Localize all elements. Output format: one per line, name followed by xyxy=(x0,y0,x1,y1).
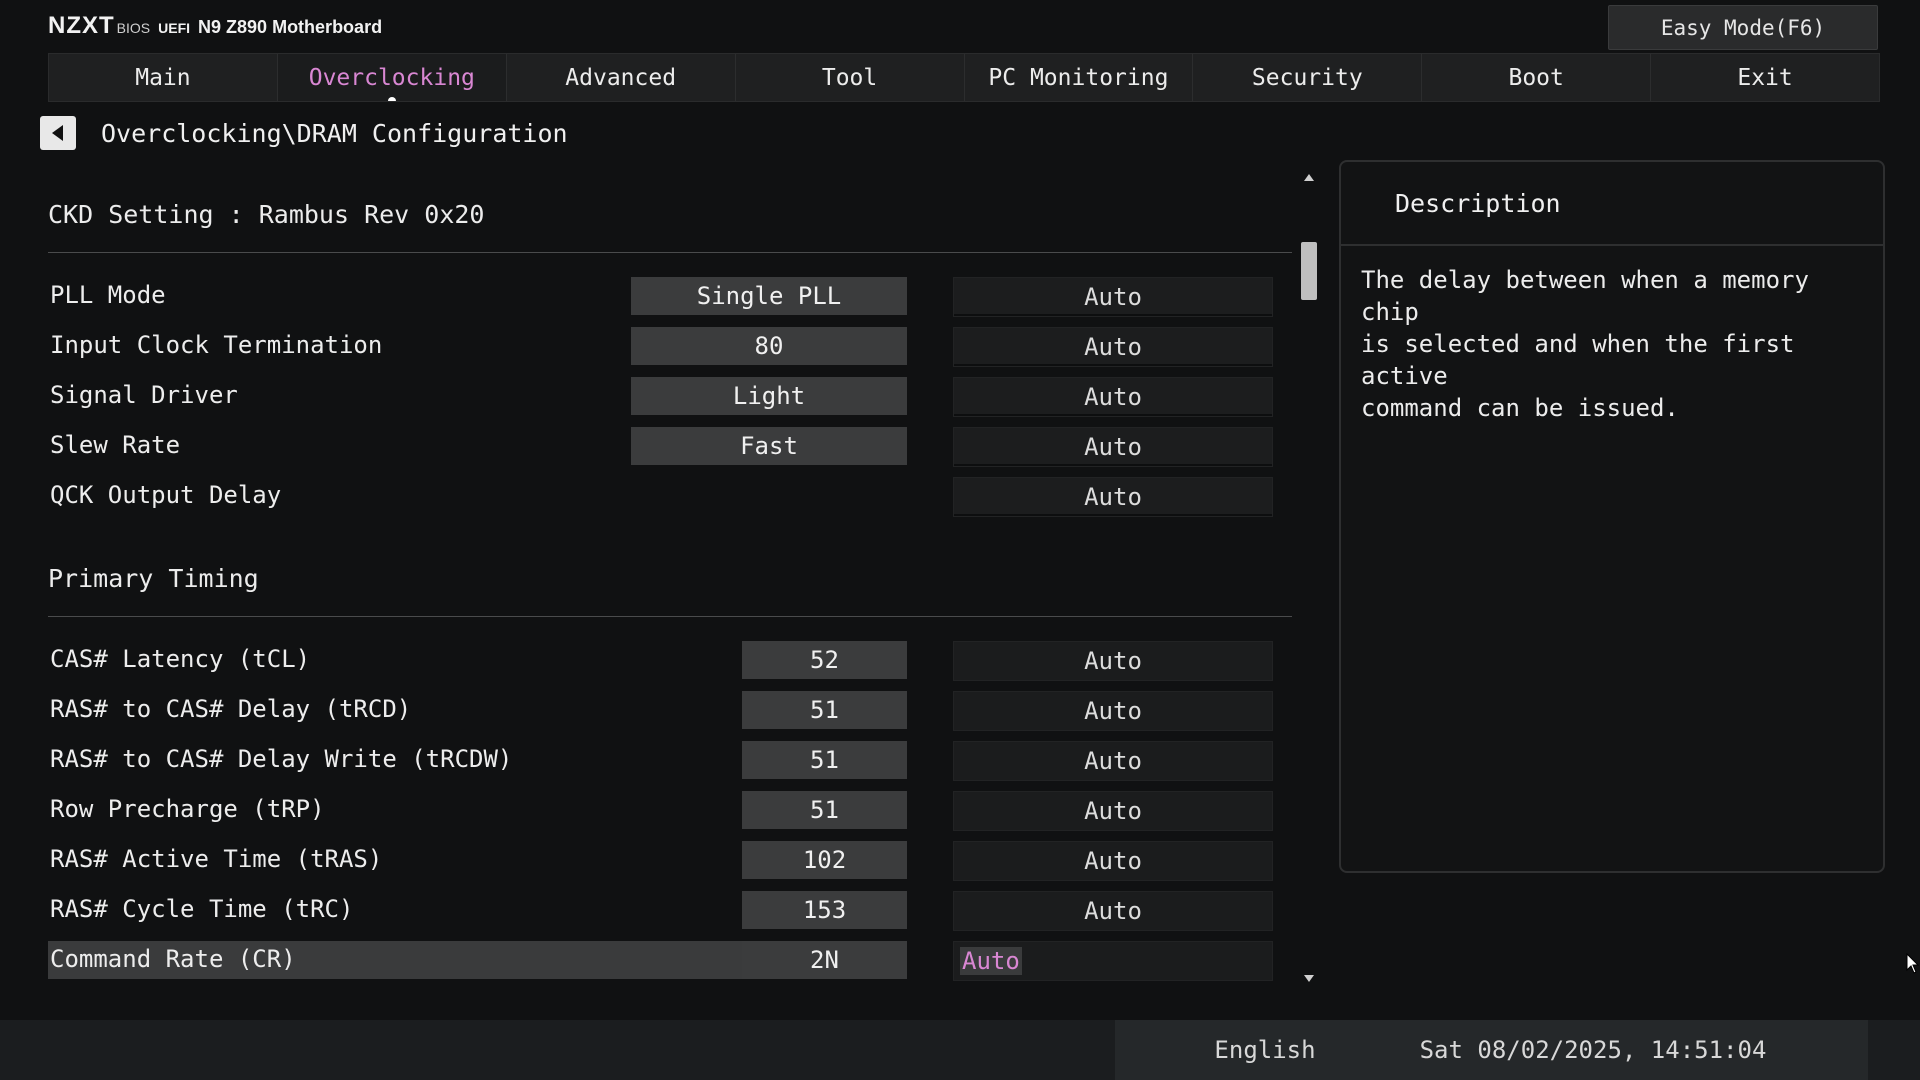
description-line: The delay between when a memory chip xyxy=(1361,266,1809,326)
settings-list: CKD Setting : Rambus Rev 0x20 PLL Mode S… xyxy=(40,172,1292,984)
main-tab-bar: Main Overclocking Advanced Tool PC Monit… xyxy=(48,53,1880,102)
option-selector[interactable]: Auto xyxy=(953,477,1273,517)
breadcrumb: Overclocking\DRAM Configuration xyxy=(101,119,568,148)
setting-label: Slew Rate xyxy=(50,431,181,459)
option-selector[interactable]: Auto xyxy=(953,841,1273,881)
tab-boot[interactable]: Boot xyxy=(1422,54,1652,101)
setting-row-tras[interactable]: RAS# Active Time (tRAS) 102 Auto xyxy=(48,841,1280,881)
setting-label: CAS# Latency (tCL) xyxy=(50,645,311,673)
tab-overclocking[interactable]: Overclocking xyxy=(277,54,507,101)
description-title: Description xyxy=(1341,162,1883,246)
uefi-label: UEFI xyxy=(158,20,191,36)
settings-scrollbar[interactable] xyxy=(1300,172,1318,984)
setting-row-trcd[interactable]: RAS# to CAS# Delay (tRCD) 51 Auto xyxy=(48,691,1280,731)
setting-row-qck-output-delay[interactable]: QCK Output Delay Auto xyxy=(48,477,1280,517)
setting-label: PLL Mode xyxy=(50,281,166,309)
current-value: 52 xyxy=(742,641,907,679)
setting-row-signal-driver[interactable]: Signal Driver Light Auto xyxy=(48,377,1280,417)
option-selector[interactable]: Auto xyxy=(953,891,1273,931)
description-text: The delay between when a memory chip is … xyxy=(1341,246,1883,424)
current-value: 2N xyxy=(742,941,907,979)
setting-row-pll-mode[interactable]: PLL Mode Single PLL Auto xyxy=(48,277,1280,317)
bios-label: BIOS xyxy=(116,20,151,36)
tab-exit[interactable]: Exit xyxy=(1651,54,1879,101)
section-title-primary-timing: Primary Timing xyxy=(48,564,259,593)
tab-main[interactable]: Main xyxy=(49,54,278,101)
description-panel: Description The delay between when a mem… xyxy=(1339,160,1885,873)
section-divider xyxy=(48,616,1292,617)
setting-row-cas-latency[interactable]: CAS# Latency (tCL) 52 Auto xyxy=(48,641,1280,681)
current-value: Single PLL xyxy=(631,277,907,315)
option-selector[interactable]: Auto xyxy=(953,791,1273,831)
tab-advanced[interactable]: Advanced xyxy=(507,54,736,101)
setting-label: Input Clock Termination xyxy=(50,331,383,359)
setting-label: Command Rate (CR) xyxy=(50,945,296,973)
option-selector[interactable]: Auto xyxy=(953,327,1273,367)
description-line: is selected and when the first active xyxy=(1361,330,1795,390)
brand-header: NZXT BIOS UEFI N9 Z890 Motherboard xyxy=(48,12,382,40)
back-button[interactable] xyxy=(40,116,76,150)
current-value: 51 xyxy=(742,791,907,829)
setting-row-command-rate[interactable]: Command Rate (CR) 2N Auto xyxy=(48,941,1280,981)
option-selector[interactable]: Auto xyxy=(953,427,1273,467)
setting-label: Signal Driver xyxy=(50,381,238,409)
setting-row-trc[interactable]: RAS# Cycle Time (tRC) 153 Auto xyxy=(48,891,1280,931)
mouse-cursor-icon xyxy=(1906,953,1920,974)
option-selector[interactable]: Auto xyxy=(953,641,1273,681)
scroll-down-icon[interactable] xyxy=(1304,975,1314,982)
setting-row-trp[interactable]: Row Precharge (tRP) 51 Auto xyxy=(48,791,1280,831)
tab-security[interactable]: Security xyxy=(1193,54,1423,101)
option-selector[interactable]: Auto xyxy=(953,377,1273,417)
scroll-thumb[interactable] xyxy=(1301,242,1317,300)
setting-row-slew-rate[interactable]: Slew Rate Fast Auto xyxy=(48,427,1280,467)
current-value: 80 xyxy=(631,327,907,365)
current-value: 102 xyxy=(742,841,907,879)
section-title-ckd: CKD Setting : Rambus Rev 0x20 xyxy=(48,200,485,229)
current-value: Light xyxy=(631,377,907,415)
nzxt-logo: NZXT xyxy=(48,12,115,39)
setting-label: RAS# to CAS# Delay (tRCD) xyxy=(50,695,412,723)
current-value: Fast xyxy=(631,427,907,465)
description-line: command can be issued. xyxy=(1361,394,1679,422)
tab-tool[interactable]: Tool xyxy=(736,54,965,101)
current-value: 51 xyxy=(742,691,907,729)
status-bar: English Sat 08/02/2025, 14:51:04 xyxy=(0,1020,1920,1080)
easy-mode-button[interactable]: Easy Mode(F6) xyxy=(1608,5,1878,50)
date-time-display: Sat 08/02/2025, 14:51:04 xyxy=(1318,1020,1868,1080)
arrow-left-icon xyxy=(52,125,63,141)
selected-option-text: Auto xyxy=(960,947,1022,975)
setting-label: RAS# to CAS# Delay Write (tRCDW) xyxy=(50,745,513,773)
tab-pc-monitoring[interactable]: PC Monitoring xyxy=(965,54,1194,101)
option-selector[interactable]: Auto xyxy=(953,941,1273,981)
motherboard-model: N9 Z890 Motherboard xyxy=(198,17,383,37)
current-value: 153 xyxy=(742,891,907,929)
option-selector[interactable]: Auto xyxy=(953,277,1273,317)
section-divider xyxy=(48,252,1292,253)
option-selector[interactable]: Auto xyxy=(953,691,1273,731)
setting-label: QCK Output Delay xyxy=(50,481,282,509)
setting-row-trcdw[interactable]: RAS# to CAS# Delay Write (tRCDW) 51 Auto xyxy=(48,741,1280,781)
setting-label: RAS# Cycle Time (tRC) xyxy=(50,895,354,923)
setting-label: RAS# Active Time (tRAS) xyxy=(50,845,383,873)
option-selector[interactable]: Auto xyxy=(953,741,1273,781)
current-value: 51 xyxy=(742,741,907,779)
setting-label: Row Precharge (tRP) xyxy=(50,795,325,823)
scroll-up-icon[interactable] xyxy=(1304,174,1314,181)
setting-row-input-clock-termination[interactable]: Input Clock Termination 80 Auto xyxy=(48,327,1280,367)
